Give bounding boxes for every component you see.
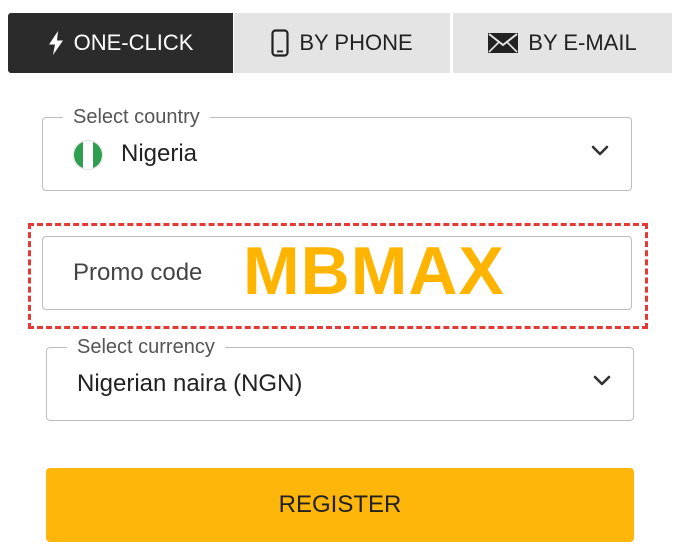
tab-by-email-label: BY E-MAIL: [528, 30, 637, 55]
registration-tabs: ONE-CLICK BY PHONE BY E-MAIL: [8, 13, 672, 73]
country-select[interactable]: Select country Nigeria: [42, 105, 632, 191]
phone-icon: [271, 29, 289, 57]
envelope-icon: [488, 33, 519, 53]
currency-select-legend: Select currency: [67, 335, 225, 359]
tab-by-phone-label: BY PHONE: [299, 30, 413, 55]
register-button[interactable]: REGISTER: [46, 468, 634, 542]
currency-select[interactable]: Select currency Nigerian naira (NGN): [46, 335, 634, 421]
lightning-icon: [48, 31, 64, 55]
chevron-down-icon[interactable]: [593, 374, 611, 392]
tab-one-click-label: ONE-CLICK: [73, 30, 194, 55]
chevron-down-icon[interactable]: [591, 144, 609, 162]
tab-by-phone[interactable]: BY PHONE: [233, 13, 450, 73]
country-select-value: Nigeria: [121, 140, 198, 167]
tab-one-click[interactable]: ONE-CLICK: [8, 13, 233, 73]
nigeria-flag-icon: [73, 140, 103, 170]
tab-by-email[interactable]: BY E-MAIL: [450, 13, 672, 73]
country-select-legend: Select country: [63, 105, 210, 129]
currency-select-value: Nigerian naira (NGN): [77, 370, 303, 397]
promo-code-overlay: MBMAX: [243, 233, 505, 309]
promo-code-field[interactable]: MBMAX: [42, 233, 632, 310]
